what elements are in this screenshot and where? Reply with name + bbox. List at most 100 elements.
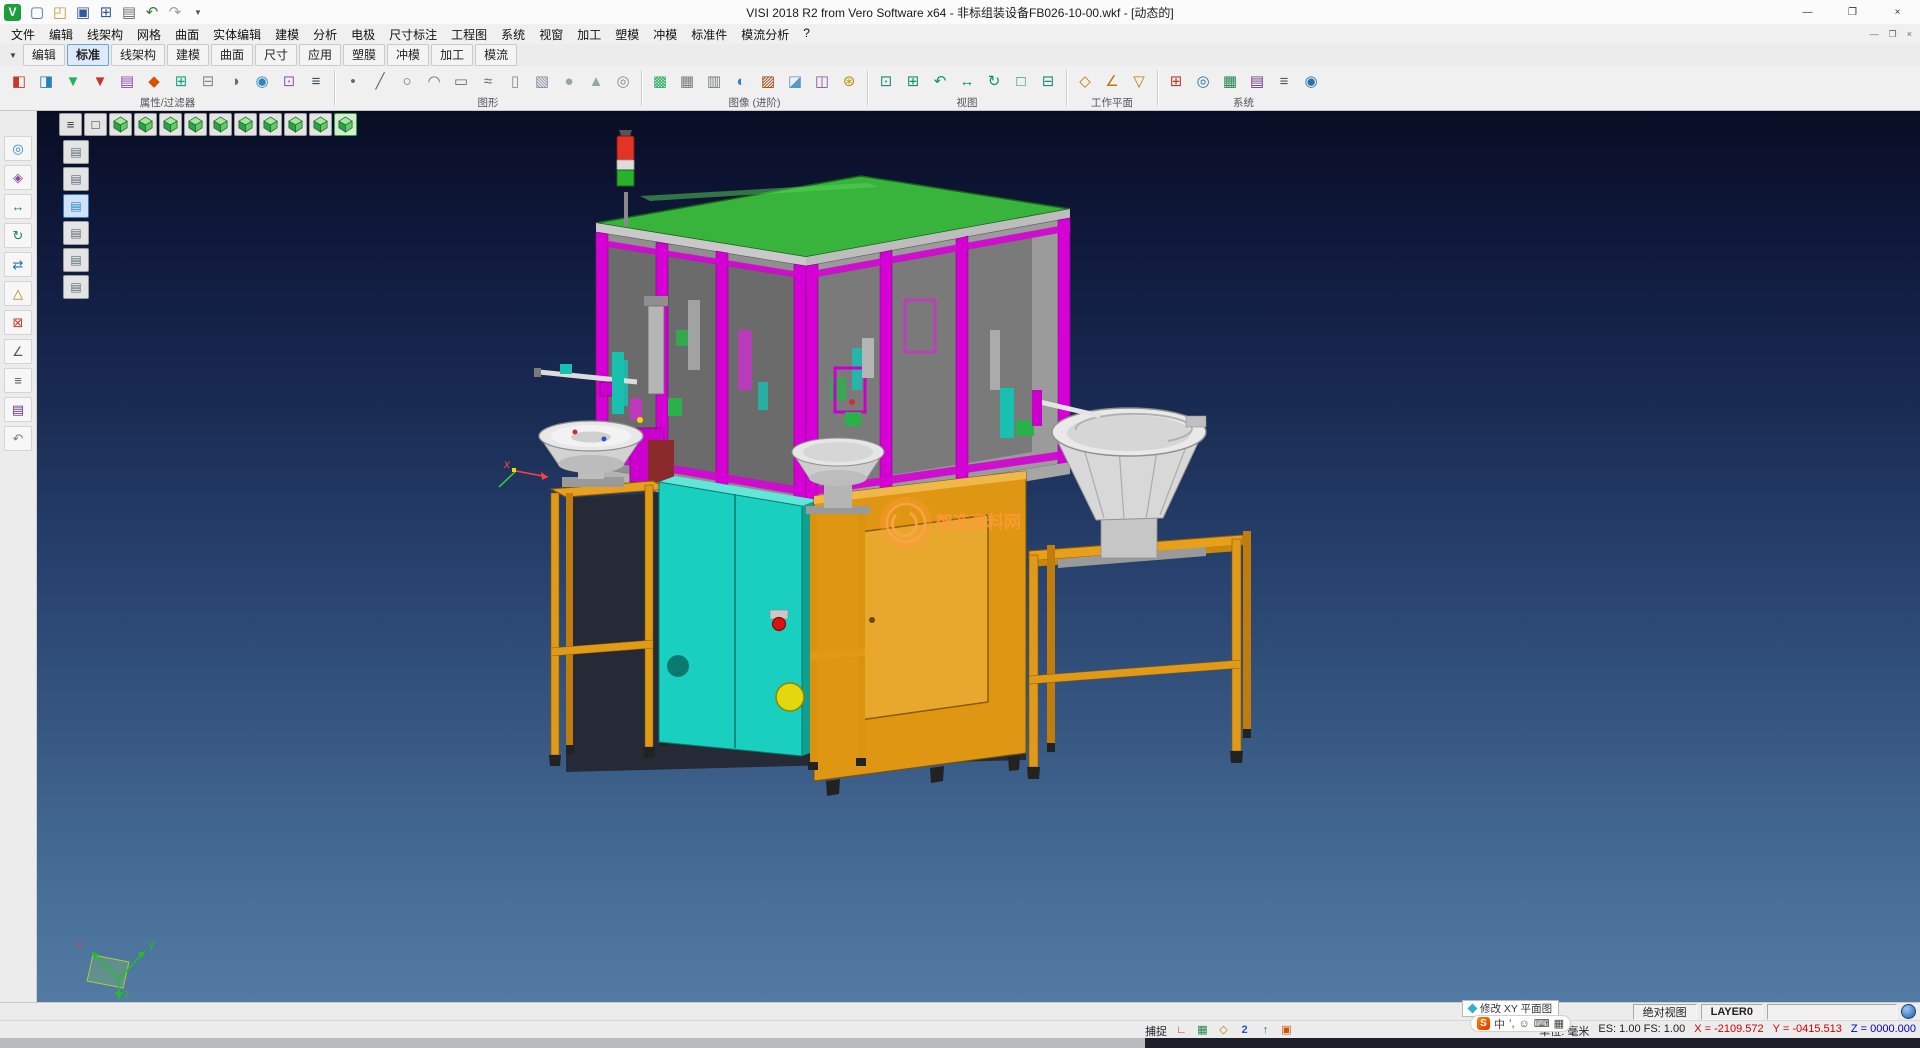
save-icon[interactable]: ▣ xyxy=(72,2,94,22)
tab-overflow-button[interactable]: ▼ xyxy=(3,51,23,60)
workplane-standard-icon[interactable]: ◇ xyxy=(1072,68,1098,95)
view-back-icon[interactable] xyxy=(184,113,207,136)
texture-icon[interactable]: ▨ xyxy=(755,68,781,95)
update-available-icon[interactable]: ↑ xyxy=(1256,1022,1275,1039)
menu-item[interactable]: 文件 xyxy=(4,25,42,44)
block-icon[interactable]: ▧ xyxy=(529,68,555,95)
rotate-view-icon[interactable]: ↻ xyxy=(981,68,1007,95)
move-entity-icon[interactable]: ↔ xyxy=(4,194,32,219)
new-file-icon[interactable]: ▢ xyxy=(26,2,48,22)
menu-item[interactable]: 冲模 xyxy=(646,25,684,44)
view-normal-icon[interactable]: □ xyxy=(1008,68,1034,95)
group-entities-icon[interactable]: ⊡ xyxy=(276,68,302,95)
line-icon[interactable]: ╱ xyxy=(367,68,393,95)
pan-view-icon[interactable]: ↔ xyxy=(954,68,980,95)
entity-info-icon[interactable]: ≡ xyxy=(303,68,329,95)
delete-entity-icon[interactable]: ⊠ xyxy=(4,310,32,335)
filter-type-icon[interactable]: ▼ xyxy=(60,68,86,95)
mdi-minimize-button[interactable]: — xyxy=(1870,29,1879,40)
tab-edit[interactable]: 编辑 xyxy=(23,44,65,66)
open-file-icon[interactable]: ◰ xyxy=(49,2,71,22)
view-top-icon[interactable] xyxy=(134,113,157,136)
menu-item[interactable]: 标准件 xyxy=(684,25,734,44)
palette-select-icon[interactable]: ▤ xyxy=(63,140,89,164)
ime-emoji-icon[interactable]: ☺ xyxy=(1519,1018,1530,1030)
snap-toggle[interactable]: 捕捉 xyxy=(1145,1023,1167,1039)
zoom-fit-icon[interactable]: ⊡ xyxy=(873,68,899,95)
workplane-3points-icon[interactable]: ∠ xyxy=(1099,68,1125,95)
history-icon[interactable]: ↶ xyxy=(4,426,32,451)
palette-assembly-icon[interactable]: ▤ xyxy=(63,248,89,272)
tab-die[interactable]: 冲模 xyxy=(387,44,429,66)
construction-mode-icon[interactable]: ◇ xyxy=(1214,1022,1233,1039)
preferences-icon[interactable]: ≡ xyxy=(1271,68,1297,95)
view-isometric-icon[interactable] xyxy=(109,113,132,136)
menu-item[interactable]: 加工 xyxy=(570,25,608,44)
render-icon[interactable]: ◐ xyxy=(728,68,754,95)
menu-item[interactable]: 工程图 xyxy=(444,25,494,44)
view-dimetric-icon[interactable] xyxy=(309,113,332,136)
save-all-icon[interactable]: ⊞ xyxy=(95,2,117,22)
rectangle-icon[interactable]: ▭ xyxy=(448,68,474,95)
maximize-button[interactable]: ❐ xyxy=(1830,0,1875,24)
view-dynamic-rotation-icon[interactable] xyxy=(334,113,357,136)
menu-item[interactable]: 建模 xyxy=(268,25,306,44)
tab-standard[interactable]: 标准 xyxy=(67,44,109,66)
zoom-window-icon[interactable]: ⊞ xyxy=(900,68,926,95)
tab-mold[interactable]: 塑膜 xyxy=(343,44,385,66)
package-manager-icon[interactable]: ▣ xyxy=(1277,1022,1296,1039)
titlebar[interactable]: V ▢ ◰ ▣ ⊞ ▤ ↶ ↷ ▼ VISI 2018 R2 from Vero… xyxy=(0,0,1920,25)
tab-modeling[interactable]: 建模 xyxy=(167,44,209,66)
view-bottom-icon[interactable] xyxy=(259,113,282,136)
mdi-close-button[interactable]: × xyxy=(1907,29,1912,40)
menu-item[interactable]: 编辑 xyxy=(42,25,80,44)
world-settings-icon[interactable]: ◉ xyxy=(1298,68,1324,95)
display-mode-button[interactable]: □ xyxy=(84,113,107,136)
ime-punct-toggle[interactable]: ’, xyxy=(1509,1018,1515,1030)
ime-toolbox-icon[interactable]: ▦ xyxy=(1554,1017,1564,1030)
right-frame-table[interactable] xyxy=(1027,531,1251,779)
world-icon[interactable] xyxy=(1901,1004,1916,1019)
ortho-mode-icon[interactable]: ∟ xyxy=(1172,1022,1191,1039)
tab-flow[interactable]: 模流 xyxy=(475,44,517,66)
view-front-icon[interactable] xyxy=(159,113,182,136)
palette-surface-icon[interactable]: ▤ xyxy=(63,221,89,245)
menu-item[interactable]: 线架构 xyxy=(80,25,130,44)
mirror-entity-icon[interactable]: ⇄ xyxy=(4,252,32,277)
palette-solid-icon[interactable]: ▤ xyxy=(63,194,89,218)
show-entities-icon[interactable]: ◉ xyxy=(249,68,275,95)
viewport-3d[interactable]: x 智造资料网 x xyxy=(37,110,1920,1002)
units-settings-icon[interactable]: ▤ xyxy=(1244,68,1270,95)
torus-icon[interactable]: ◎ xyxy=(610,68,636,95)
palette-wireframe-icon[interactable]: ▤ xyxy=(63,167,89,191)
polyline-icon[interactable]: ≈ xyxy=(475,68,501,95)
ime-lang-toggle[interactable]: 中 xyxy=(1494,1016,1505,1032)
tab-surface[interactable]: 曲面 xyxy=(211,44,253,66)
view-trimetric-icon[interactable] xyxy=(284,113,307,136)
system-colors-icon[interactable]: ⊞ xyxy=(1163,68,1189,95)
circle-icon[interactable]: ○ xyxy=(394,68,420,95)
mdi-restore-button[interactable]: ❐ xyxy=(1889,29,1897,40)
point-icon[interactable]: • xyxy=(340,68,366,95)
edit-entity-icon[interactable]: ◈ xyxy=(4,165,32,190)
zoom-previous-icon[interactable]: ↶ xyxy=(927,68,953,95)
active-layer-indicator[interactable]: LAYER0 xyxy=(1701,1004,1763,1020)
sphere-icon[interactable]: ● xyxy=(556,68,582,95)
shaded-view-icon[interactable]: ▩ xyxy=(647,68,673,95)
tab-application[interactable]: 应用 xyxy=(299,44,341,66)
measure-icon[interactable]: ∠ xyxy=(4,339,32,364)
annotate-icon[interactable]: ≡ xyxy=(4,368,32,393)
wireframe-view-icon[interactable]: ▦ xyxy=(674,68,700,95)
multi-view-icon[interactable]: ⊟ xyxy=(1035,68,1061,95)
arc-icon[interactable]: ◠ xyxy=(421,68,447,95)
filter-layer-icon[interactable]: ▤ xyxy=(114,68,140,95)
tab-wireframe[interactable]: 线架构 xyxy=(111,44,165,66)
menu-item[interactable]: 电极 xyxy=(344,25,382,44)
machine-3d-model[interactable]: x 智造资料网 x xyxy=(37,110,1920,1002)
cyan-control-cabinet[interactable] xyxy=(659,476,818,756)
section-view-icon[interactable]: ◫ xyxy=(809,68,835,95)
menu-item[interactable]: 模流分析 xyxy=(734,25,796,44)
menu-item[interactable]: 网格 xyxy=(130,25,168,44)
print-icon[interactable]: ▤ xyxy=(118,2,140,22)
close-button[interactable]: × xyxy=(1875,0,1920,24)
